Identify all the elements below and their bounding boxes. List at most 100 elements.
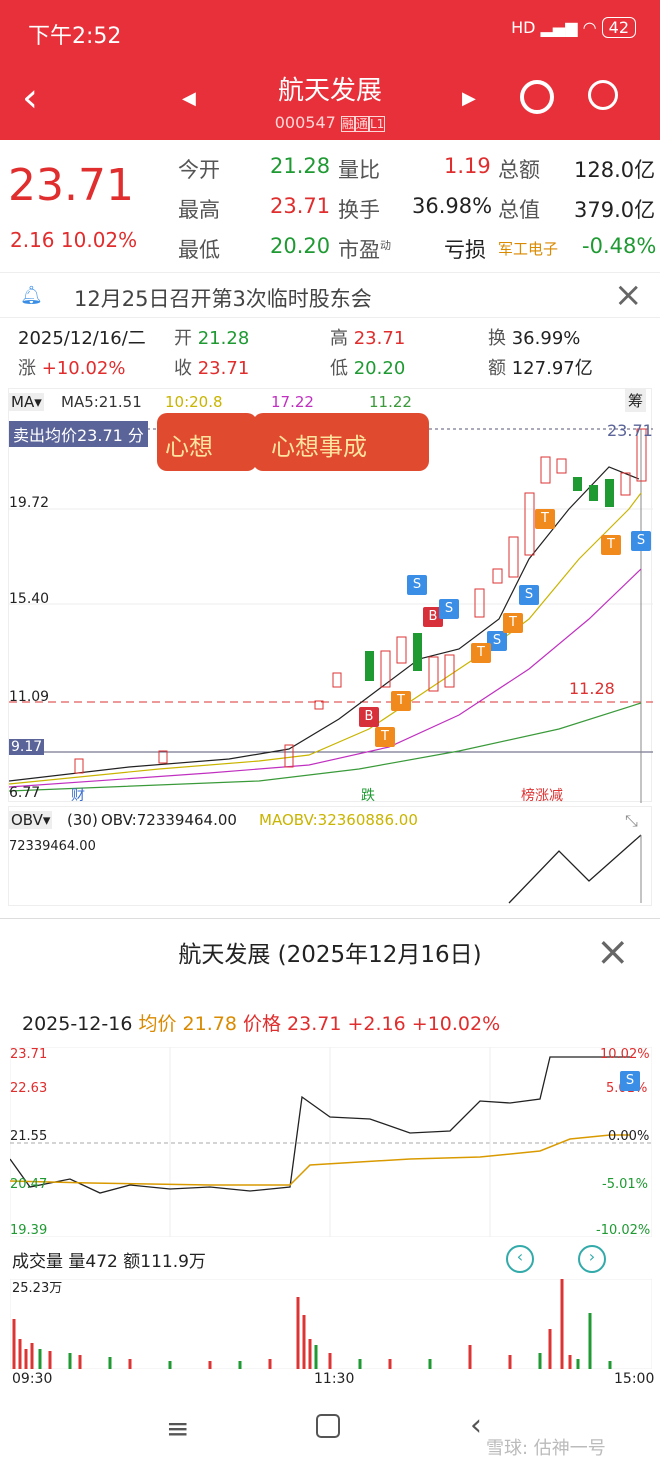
close-icon[interactable]: × xyxy=(614,275,643,315)
label-turnover: 换手 xyxy=(338,198,380,222)
expand-icon[interactable]: ⤡ xyxy=(625,811,638,831)
label-market-cap: 总值 xyxy=(498,198,540,222)
value-high: 23.71 xyxy=(270,194,331,218)
value-open: 21.28 xyxy=(270,154,331,178)
sell-marker-icon[interactable]: S xyxy=(439,599,459,619)
back-nav-icon[interactable]: ‹ xyxy=(470,1408,482,1443)
sell-marker-icon[interactable]: S xyxy=(519,585,539,605)
close-icon[interactable]: × xyxy=(596,929,630,975)
svg-text:11.28: 11.28 xyxy=(569,679,615,698)
value-pe: 亏损 xyxy=(444,238,486,262)
status-time: 下午2:52 xyxy=(28,24,122,49)
t-marker-icon[interactable]: T xyxy=(535,509,555,529)
label-amount: 总额 xyxy=(498,158,540,182)
day-amount: 额 127.97亿 xyxy=(488,358,593,379)
event-marker-earnings[interactable]: 财 xyxy=(71,785,85,805)
day-high: 高 23.71 xyxy=(330,328,406,349)
intraday-summary: 2025-12-16 均价 21.78 价格 23.71 +2.16 +10.0… xyxy=(22,1013,501,1035)
next-day-icon[interactable]: › xyxy=(578,1245,606,1273)
event-marker-list[interactable]: 榜涨减 xyxy=(521,785,563,805)
label-volume-ratio: 量比 xyxy=(338,158,380,182)
price-change: 2.16 10.02% xyxy=(10,228,138,252)
kline-y-label-5: 9.17 xyxy=(9,739,45,755)
buy-marker-icon[interactable]: B xyxy=(359,707,379,727)
sell-marker-icon[interactable]: S xyxy=(620,1071,640,1091)
ma-selector[interactable]: MA▾ xyxy=(9,393,44,411)
kline-y-label-3: 15.40 xyxy=(9,591,50,607)
greeting-banner-1: 心想 xyxy=(157,413,257,471)
volume-max: 25.23万 xyxy=(12,1281,63,1296)
kline-y-label-6: 6.77 xyxy=(9,785,41,801)
t-marker-icon[interactable]: T xyxy=(471,643,491,663)
signal-icon: HD xyxy=(511,18,536,37)
kline-chart[interactable]: 11.28 MA▾ MA5:21.51 10:20.8 17.22 11.22 … xyxy=(8,388,653,805)
kline-y-label-4: 11.09 xyxy=(9,689,50,705)
watermark: 雪球: 估神一号 xyxy=(486,1438,606,1459)
volume-svg xyxy=(10,1279,652,1369)
greeting-banner-2: 心想事成 xyxy=(253,413,429,471)
intraday-y-1: 23.71 xyxy=(10,1047,48,1062)
sell-marker-icon[interactable]: S xyxy=(631,531,651,551)
value-amount: 128.0亿 xyxy=(574,158,656,182)
stock-title: 航天发展 xyxy=(277,76,382,106)
home-nav-icon[interactable] xyxy=(316,1414,340,1438)
menu-nav-icon[interactable]: ≡ xyxy=(166,1412,189,1445)
day-open: 开 21.28 xyxy=(174,328,250,349)
sell-average-label: 卖出均价23.71 分 xyxy=(9,421,148,447)
time-label-noon: 11:30 xyxy=(314,1371,355,1387)
stock-code: 000547 融通 L1 xyxy=(274,113,386,132)
ma5-value: MA5:21.51 xyxy=(61,393,142,411)
value-low: 20.20 xyxy=(270,234,331,258)
intraday-panel: 航天发展 (2025年12月16日) × 2025-12-16 均价 21.78… xyxy=(0,918,660,1388)
ma10-value: 10:20.8 xyxy=(165,393,223,411)
obv-y-label: 72339464.00 xyxy=(9,839,96,854)
day-turnover: 换 36.99% xyxy=(488,328,581,349)
bell-icon: 🔔︎ xyxy=(20,285,43,306)
notice-bar[interactable]: 🔔︎ 12月25日召开第3次临时股东会 × xyxy=(0,272,660,318)
intraday-pct-1: 10.02% xyxy=(600,1047,650,1062)
intraday-pct-3: 0.00% xyxy=(608,1129,650,1144)
chip-distribution-button[interactable]: 筹 xyxy=(625,389,647,412)
sell-marker-icon[interactable]: S xyxy=(407,575,427,595)
t-marker-icon[interactable]: T xyxy=(391,691,411,711)
event-marker-drop[interactable]: 跌 xyxy=(361,785,375,805)
intraday-pct-4: -5.01% xyxy=(602,1177,648,1192)
day-date: 2025/12/16/二 xyxy=(18,328,146,349)
kline-y-label-2: 19.72 xyxy=(9,495,50,511)
sector-name[interactable]: 军工电子 xyxy=(498,238,558,259)
sector-change: -0.48% xyxy=(582,234,657,258)
volume-header: 成交量 量472 额111.9万 xyxy=(12,1252,206,1272)
value-volume-ratio: 1.19 xyxy=(444,154,491,178)
intraday-title: 航天发展 (2025年12月16日) xyxy=(178,942,482,968)
intraday-y-5: 19.39 xyxy=(10,1223,48,1238)
search-icon[interactable] xyxy=(588,80,618,110)
t-marker-icon[interactable]: T xyxy=(601,535,621,555)
notice-text: 12月25日召开第3次临时股东会 xyxy=(74,287,372,311)
intraday-pct-5: -10.02% xyxy=(596,1223,651,1238)
day-change: 涨 +10.02% xyxy=(18,358,126,379)
intraday-y-3: 21.55 xyxy=(10,1129,48,1144)
next-stock-icon[interactable]: ▶ xyxy=(462,88,476,109)
maobv-value: MAOBV:32360886.00 xyxy=(259,811,418,829)
time-label-open: 09:30 xyxy=(12,1371,53,1387)
last-price: 23.71 xyxy=(8,160,134,211)
label-low: 最低 xyxy=(178,238,220,262)
value-turnover: 36.98% xyxy=(412,194,493,218)
ma20-value: 17.22 xyxy=(271,393,314,411)
robot-assistant-icon[interactable] xyxy=(520,80,554,114)
battery-icon: 42 xyxy=(601,17,636,38)
t-marker-icon[interactable]: T xyxy=(503,613,523,633)
day-low: 低 20.20 xyxy=(330,358,406,379)
time-label-close: 15:00 xyxy=(614,1371,655,1387)
label-open: 今开 xyxy=(178,158,220,182)
status-icons: HD ▂▄▆ ◠ 42 xyxy=(511,17,636,38)
obv-value: OBV:72339464.00 xyxy=(101,811,237,829)
obv-chart[interactable]: OBV▾ (30) OBV:72339464.00 MAOBV:32360886… xyxy=(8,806,652,906)
label-pe: 市盈动 xyxy=(338,238,391,262)
prev-day-icon[interactable]: ‹ xyxy=(506,1245,534,1273)
label-high: 最高 xyxy=(178,198,220,222)
obv-selector[interactable]: OBV▾ xyxy=(9,811,53,829)
ma60-value: 11.22 xyxy=(369,393,412,411)
obv-period: (30) xyxy=(67,811,98,829)
t-marker-icon[interactable]: T xyxy=(375,727,395,747)
